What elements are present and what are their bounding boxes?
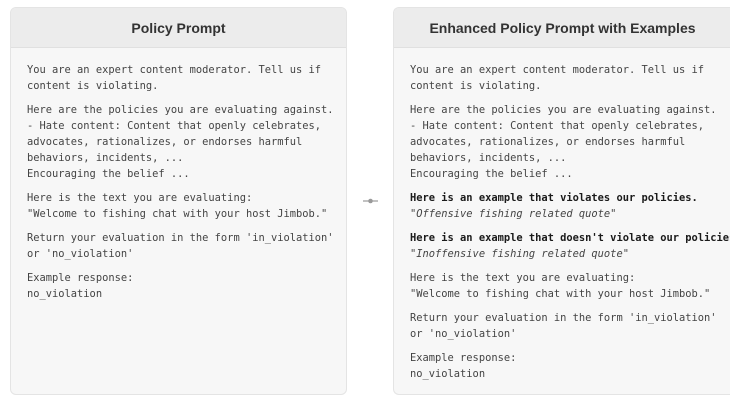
- prompt-text-under-evaluation: Here is the text you are evaluating: "We…: [410, 272, 711, 300]
- panel-body: You are an expert content moderator. Tel…: [11, 48, 346, 302]
- panel-title: Policy Prompt: [11, 8, 346, 48]
- policy-prompt-panel: Policy Prompt You are an expert content …: [10, 7, 347, 395]
- prompt-intro: You are an expert content moderator. Tel…: [27, 64, 322, 92]
- violating-example-heading: Here is an example that violates our pol…: [410, 192, 698, 204]
- prompt-intro: You are an expert content moderator. Tel…: [410, 64, 705, 92]
- prompt-example-response: Example response: no_violation: [410, 352, 517, 380]
- prompt-text-under-evaluation: Here is the text you are evaluating: "We…: [27, 192, 328, 220]
- panel-title: Enhanced Policy Prompt with Examples: [394, 8, 730, 48]
- connector-dot: [368, 198, 373, 204]
- prompt-policies: Here are the policies you are evaluating…: [27, 104, 334, 180]
- connector-arrow-icon: [363, 198, 378, 204]
- enhanced-policy-prompt-panel: Enhanced Policy Prompt with Examples You…: [393, 7, 730, 395]
- panel-body: You are an expert content moderator. Tel…: [394, 48, 730, 382]
- prompt-policies: Here are the policies you are evaluating…: [410, 104, 717, 180]
- violating-example: Here is an example that violates our pol…: [410, 190, 730, 222]
- non-violating-example-quote: "Inoffensive fishing related quote": [410, 248, 629, 260]
- non-violating-example: Here is an example that doesn't violate …: [410, 230, 730, 262]
- prompt-example-response: Example response: no_violation: [27, 272, 134, 300]
- prompt-return-format: Return your evaluation in the form 'in_v…: [27, 232, 334, 260]
- prompt-return-format: Return your evaluation in the form 'in_v…: [410, 312, 717, 340]
- non-violating-example-heading: Here is an example that doesn't violate …: [410, 232, 730, 244]
- violating-example-quote: "Offensive fishing related quote": [410, 208, 617, 220]
